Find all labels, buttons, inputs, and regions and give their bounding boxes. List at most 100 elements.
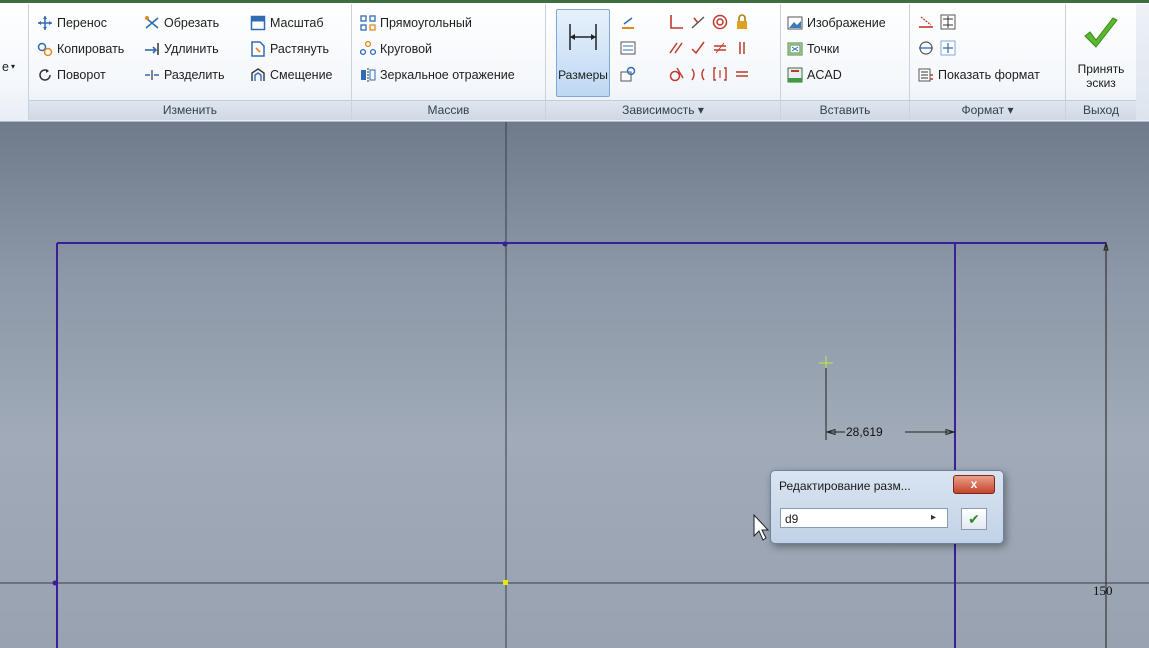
perpendicular-icon[interactable]	[668, 14, 684, 30]
dimension-value-input[interactable]: d9	[780, 508, 948, 528]
offset-label: Смещение	[270, 68, 333, 82]
trim-icon	[145, 16, 159, 29]
mouse-pointer-icon	[753, 513, 770, 541]
collinear-bracket-icon[interactable]	[712, 66, 728, 82]
sketch-point[interactable]	[52, 580, 58, 586]
circular-pattern-label: Круговой	[380, 42, 433, 56]
finish-sketch-label-line1: Принять	[1077, 62, 1125, 76]
acad-icon	[787, 67, 803, 83]
show-format-label: Показать формат	[938, 68, 1040, 82]
panel-modify: Перенос Копировать Поворот Обрезать Удли…	[29, 4, 352, 120]
dropdown-arrow-icon: ▾	[10, 62, 15, 71]
sketch-point[interactable]	[502, 241, 508, 247]
panel-title-insert: Вставить	[781, 100, 909, 120]
dimension-icon	[569, 24, 597, 50]
insert-acad-button[interactable]: ACAD	[787, 64, 842, 86]
split-icon	[145, 70, 159, 80]
show-format-icon	[918, 68, 933, 82]
extend-icon	[145, 43, 159, 55]
origin-point[interactable]	[503, 580, 508, 585]
parallel-icon[interactable]	[668, 40, 684, 56]
panel-title-format[interactable]: Формат ▾	[910, 100, 1065, 120]
finish-sketch-label-line2: эскиз	[1086, 76, 1116, 90]
equal-icon[interactable]	[734, 66, 750, 82]
sketch-canvas[interactable]: 150 28,619	[0, 122, 1149, 648]
finish-sketch-label: Принять эскиз	[1072, 62, 1130, 90]
move-label: Перенос	[57, 16, 107, 30]
concentric-icon[interactable]	[712, 14, 728, 30]
panel-title-modify: Изменить	[29, 100, 351, 120]
circular-pattern-icon	[360, 41, 376, 56]
rotate-button[interactable]: Поворот	[37, 64, 106, 86]
scale-button[interactable]: Масштаб	[250, 12, 323, 34]
auto-dimension-icon[interactable]	[620, 14, 636, 30]
side-dimension-text[interactable]: 150	[1093, 583, 1113, 598]
construction-icon[interactable]	[918, 14, 934, 30]
extend-label: Удлинить	[164, 42, 219, 56]
panel-title-constrain[interactable]: Зависимость ▾	[546, 100, 780, 120]
fix-lock-icon[interactable]	[734, 14, 750, 30]
rectangular-pattern-icon	[360, 15, 376, 31]
edit-dimension-dialog: Редактирование разм... x d9 ▸ ✔	[770, 470, 1004, 544]
checkmark-icon	[1084, 17, 1118, 48]
cursor-point-icon	[819, 356, 833, 370]
mirror-button[interactable]: Зеркальное отражение	[360, 64, 515, 86]
driven-dimension-icon[interactable]	[940, 14, 956, 30]
accept-button[interactable]: ✔	[961, 508, 987, 530]
constraint-settings-icon[interactable]	[620, 66, 636, 82]
panel-exit: Принять эскиз Выход	[1066, 4, 1136, 120]
points-icon	[787, 42, 803, 56]
panel-format: Показать формат Формат ▾	[910, 4, 1066, 120]
trim-button[interactable]: Обрезать	[144, 12, 219, 34]
stretch-button[interactable]: Растянуть	[250, 38, 329, 60]
center-point-icon[interactable]	[940, 40, 956, 56]
stretch-label: Растянуть	[270, 42, 330, 56]
split-label: Разделить	[164, 68, 225, 82]
insert-image-button[interactable]: Изображение	[787, 12, 886, 34]
split-button[interactable]: Разделить	[144, 64, 225, 86]
coincident-icon[interactable]	[690, 14, 706, 30]
rotate-label: Поворот	[57, 68, 106, 82]
ribbon-cut-item[interactable]: е ▾	[2, 56, 15, 78]
dimension-label: Размеры	[558, 68, 608, 82]
scale-icon	[250, 15, 266, 31]
copy-button[interactable]: Копировать	[37, 38, 124, 60]
centerline-icon[interactable]	[918, 40, 934, 56]
move-icon	[38, 16, 52, 30]
trim-label: Обрезать	[164, 16, 220, 30]
show-constraints-icon[interactable]	[620, 40, 636, 56]
tangent-check-icon[interactable]	[690, 40, 706, 56]
vertical-icon[interactable]	[734, 40, 750, 56]
horizontal-icon[interactable]	[712, 40, 728, 56]
sketch-graphics: 150 28,619	[0, 122, 1149, 648]
ribbon-edge	[1136, 4, 1149, 120]
insert-image-label: Изображение	[807, 16, 886, 30]
panel-title-pattern: Массив	[352, 100, 545, 120]
image-icon	[787, 16, 803, 30]
panel-constrain: Размеры Зависимость ▾	[546, 4, 781, 120]
finish-sketch-button[interactable]: Принять эскиз	[1072, 10, 1130, 98]
extend-button[interactable]: Удлинить	[144, 38, 219, 60]
circular-pattern-button[interactable]: Круговой	[360, 38, 432, 60]
panel-insert: Изображение Точки ACAD Вставить	[781, 4, 910, 120]
insert-acad-label: ACAD	[807, 68, 842, 82]
insert-points-button[interactable]: Точки	[787, 38, 839, 60]
ribbon: е ▾ Перенос Копировать Поворот Обрезать …	[0, 0, 1149, 122]
close-button[interactable]: x	[953, 475, 995, 494]
smooth-icon[interactable]	[668, 66, 684, 82]
symmetric-icon[interactable]	[690, 66, 706, 82]
show-format-button[interactable]: Показать формат	[918, 64, 1040, 86]
move-button[interactable]: Перенос	[37, 12, 107, 34]
rectangular-pattern-button[interactable]: Прямоугольный	[360, 12, 472, 34]
expand-arrow-icon[interactable]: ▸	[931, 512, 936, 523]
dimension-value-text[interactable]: 28,619	[846, 425, 883, 439]
rotate-icon	[39, 69, 51, 81]
copy-label: Копировать	[57, 42, 125, 56]
offset-icon	[251, 68, 265, 81]
mirror-label: Зеркальное отражение	[380, 68, 515, 82]
dimension-button[interactable]: Размеры	[556, 9, 610, 97]
offset-button[interactable]: Смещение	[250, 64, 333, 86]
mirror-icon	[361, 68, 376, 82]
dialog-title: Редактирование разм...	[779, 479, 911, 493]
panel-pattern: Прямоугольный Круговой Зеркальное отраже…	[352, 4, 546, 120]
